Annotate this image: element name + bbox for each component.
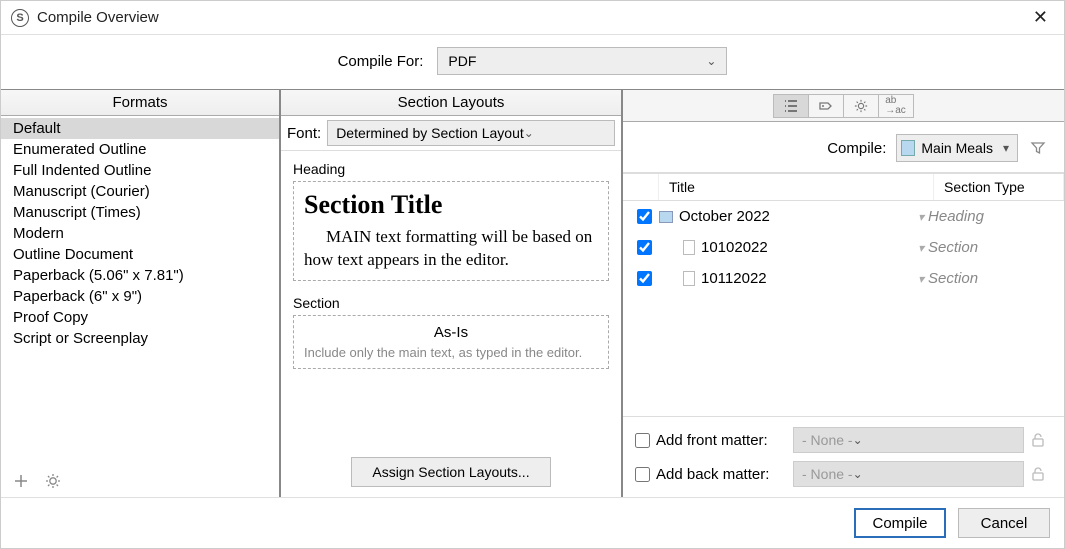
chevron-down-icon: ⌄ <box>706 54 716 68</box>
chevron-down-icon[interactable]: ▾ <box>918 241 924 255</box>
compile-target-label: Compile: <box>827 140 886 157</box>
row-title: October 2022 <box>679 208 770 225</box>
row-section-type: Section <box>928 239 978 256</box>
format-item[interactable]: Manuscript (Times) <box>1 202 279 223</box>
compile-target-select[interactable]: Main Meals ▾ <box>896 134 1018 162</box>
document-row[interactable]: 10112022 ▾ Section <box>623 263 1064 294</box>
front-matter-checkbox[interactable] <box>635 433 650 448</box>
row-checkbox[interactable] <box>637 240 652 255</box>
font-label: Font: <box>287 125 321 142</box>
toolbar-gear-icon[interactable] <box>843 94 879 118</box>
format-item[interactable]: Outline Document <box>1 244 279 265</box>
formats-header: Formats <box>1 90 279 116</box>
folder-icon <box>659 211 673 223</box>
back-matter-select: - None - ⌄ <box>793 461 1024 487</box>
close-icon[interactable]: ✕ <box>1027 7 1054 28</box>
heading-preview: Section Title MAIN text formatting will … <box>293 181 609 281</box>
document-row[interactable]: 10102022 ▾ Section <box>623 232 1064 263</box>
settings-icon[interactable] <box>43 471 63 491</box>
row-title: 10112022 <box>701 270 767 287</box>
row-section-type: Section <box>928 270 978 287</box>
lock-icon[interactable] <box>1032 467 1052 481</box>
row-checkbox[interactable] <box>637 271 652 286</box>
format-item[interactable]: Full Indented Outline <box>1 160 279 181</box>
heading-label: Heading <box>293 161 609 177</box>
page-icon <box>683 271 695 286</box>
add-format-icon[interactable] <box>11 471 31 491</box>
format-item[interactable]: Paperback (6" x 9") <box>1 286 279 307</box>
chevron-down-icon: ⌄ <box>853 467 863 481</box>
format-item[interactable]: Manuscript (Courier) <box>1 181 279 202</box>
compile-for-select[interactable]: PDF ⌄ <box>437 47 727 75</box>
window-title: Compile Overview <box>37 9 159 26</box>
page-icon <box>683 240 695 255</box>
row-section-type: Heading <box>928 208 984 225</box>
format-item[interactable]: Default <box>1 118 279 139</box>
format-item[interactable]: Enumerated Outline <box>1 139 279 160</box>
row-title: 10102022 <box>701 239 768 256</box>
assign-layouts-button[interactable]: Assign Section Layouts... <box>351 457 550 487</box>
row-checkbox[interactable] <box>637 209 652 224</box>
cancel-button[interactable]: Cancel <box>958 508 1050 538</box>
filter-icon[interactable] <box>1028 138 1048 158</box>
format-item[interactable]: Modern <box>1 223 279 244</box>
column-section-type[interactable]: Section Type <box>934 174 1064 200</box>
front-matter-select: - None - ⌄ <box>793 427 1024 453</box>
lock-icon[interactable] <box>1032 433 1052 447</box>
font-select[interactable]: Determined by Section Layout ⌄ <box>327 120 615 146</box>
chevron-down-icon[interactable]: ▾ <box>918 210 924 224</box>
format-item[interactable]: Script or Screenplay <box>1 328 279 349</box>
document-row[interactable]: October 2022 ▾ Heading <box>623 201 1064 232</box>
document-icon <box>901 140 915 156</box>
app-icon: S <box>11 9 29 27</box>
toolbar-replace-icon[interactable]: ab→ac <box>878 94 914 118</box>
compile-button[interactable]: Compile <box>854 508 946 538</box>
compile-for-label: Compile For: <box>338 53 424 70</box>
front-matter-label: Add front matter: <box>656 432 768 449</box>
back-matter-label: Add back matter: <box>656 466 769 483</box>
toolbar-tag-icon[interactable] <box>808 94 844 118</box>
column-title[interactable]: Title <box>659 174 934 200</box>
section-preview: As-Is Include only the main text, as typ… <box>293 315 609 369</box>
chevron-down-icon: ⌄ <box>524 126 534 140</box>
chevron-down-icon: ⌄ <box>853 433 863 447</box>
chevron-down-icon[interactable]: ▾ <box>918 272 924 286</box>
layouts-header: Section Layouts <box>281 90 621 116</box>
back-matter-checkbox[interactable] <box>635 467 650 482</box>
section-label: Section <box>293 295 609 311</box>
format-item[interactable]: Proof Copy <box>1 307 279 328</box>
format-item[interactable]: Paperback (5.06" x 7.81") <box>1 265 279 286</box>
toolbar-list-icon[interactable] <box>773 94 809 118</box>
